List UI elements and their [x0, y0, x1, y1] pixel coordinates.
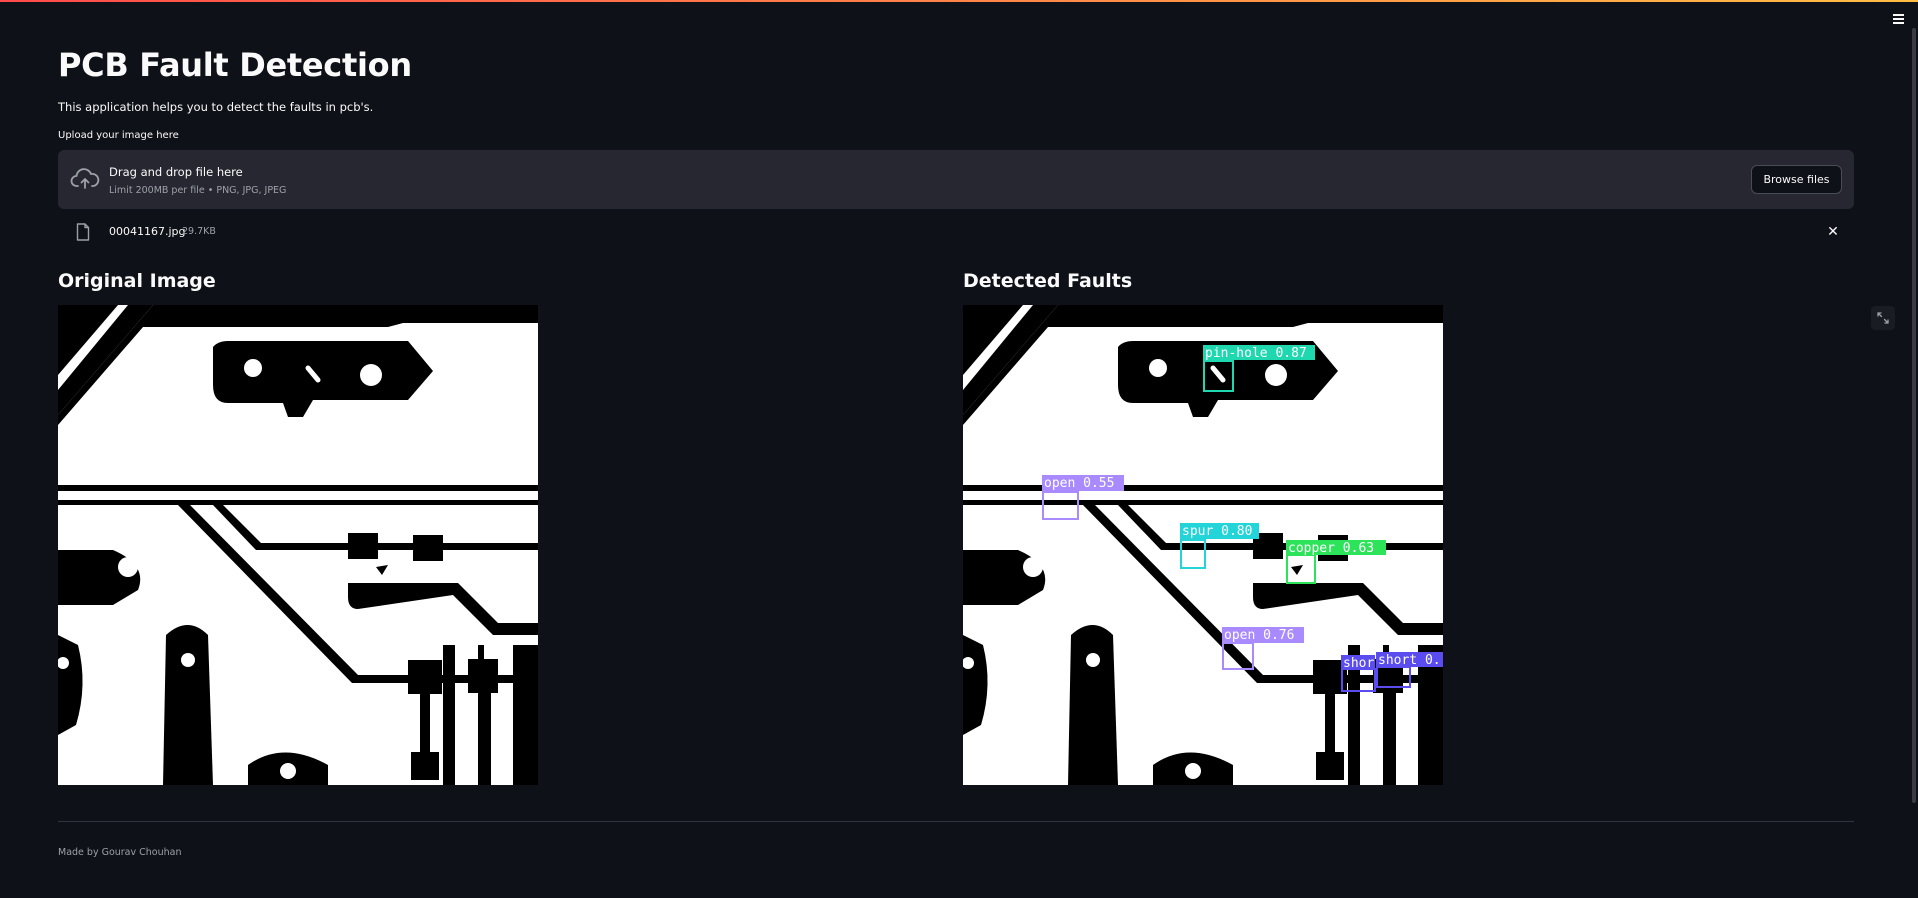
detected-faults-heading: Detected Faults	[963, 270, 1133, 292]
page-title: PCB Fault Detection	[58, 46, 412, 84]
detection-label: shor	[1343, 656, 1374, 671]
detected-faults-image: pin-hole 0.87 open 0.55 spur 0.80 copper…	[963, 305, 1443, 785]
fullscreen-expand-icon[interactable]	[1871, 306, 1895, 330]
detection-label: short 0.	[1378, 653, 1441, 668]
browse-files-button[interactable]: Browse files	[1751, 165, 1842, 194]
dropzone-title: Drag and drop file here	[109, 165, 243, 179]
file-dropzone[interactable]: Drag and drop file here Limit 200MB per …	[58, 150, 1854, 209]
pcb-artwork-detected: pin-hole 0.87 open 0.55 spur 0.80 copper…	[963, 305, 1443, 785]
file-icon	[76, 223, 90, 241]
detection-label: spur 0.80	[1182, 524, 1252, 539]
original-pcb-image	[58, 305, 538, 785]
uploaded-file-row: 00041167.jpg 29.7KB ✕	[58, 220, 1854, 246]
uploader-label: Upload your image here	[58, 130, 179, 141]
top-decoration-bar	[0, 0, 1918, 2]
footer-credit: Made by Gourav Chouhan	[58, 847, 182, 858]
detection-label: open 0.55	[1044, 476, 1114, 491]
uploaded-file-name: 00041167.jpg	[109, 225, 186, 238]
detection-label: open 0.76	[1224, 628, 1294, 643]
original-image-heading: Original Image	[58, 270, 216, 292]
uploaded-file-size: 29.7KB	[182, 226, 216, 237]
detection-label: copper 0.63	[1288, 541, 1374, 556]
hamburger-menu-icon[interactable]	[1888, 10, 1908, 28]
expand-arrows-icon	[1877, 312, 1889, 324]
scrollbar-thumb[interactable]	[1912, 28, 1916, 803]
dropzone-limit-text: Limit 200MB per file • PNG, JPG, JPEG	[109, 185, 287, 196]
scrollbar[interactable]	[1912, 0, 1918, 898]
footer-divider	[58, 821, 1854, 822]
pcb-artwork-original	[58, 305, 538, 785]
cloud-upload-icon	[70, 168, 100, 189]
detection-label: pin-hole 0.87	[1205, 346, 1307, 361]
page-subtitle: This application helps you to detect the…	[58, 100, 374, 114]
remove-file-close-icon[interactable]: ✕	[1824, 223, 1842, 241]
